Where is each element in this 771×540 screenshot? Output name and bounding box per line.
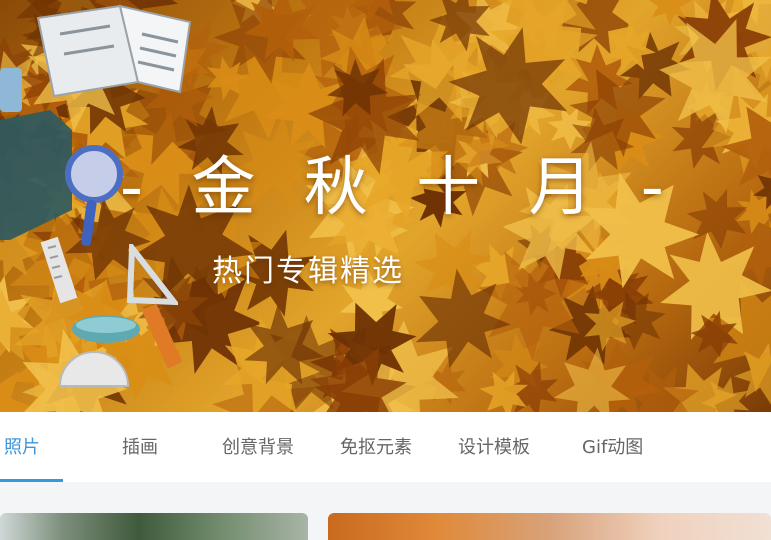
- tab-photos[interactable]: 照片: [4, 412, 40, 482]
- hero-banner[interactable]: - 金 秋 十 月 - 热门专辑精选: [0, 0, 771, 412]
- banner-title: - 金 秋 十 月 -: [120, 151, 678, 225]
- page: - 金 秋 十 月 - 热门专辑精选 照片 插画 创意背景 免抠元素 设计模板 …: [0, 0, 771, 540]
- triangle-ruler-icon: [126, 244, 178, 306]
- pencil-icon: [141, 303, 183, 369]
- ruler-icon: [40, 236, 78, 304]
- protractor-icon: [58, 351, 130, 387]
- content-card[interactable]: [0, 513, 308, 540]
- tag-icon: [0, 68, 22, 112]
- tab-illustrations[interactable]: 插画: [122, 412, 158, 482]
- category-tabs: 照片 插画 创意背景 免抠元素 设计模板 Gif动图: [0, 412, 771, 482]
- book-icon: [36, 4, 192, 98]
- tab-creative-backgrounds[interactable]: 创意背景: [222, 412, 294, 482]
- content-card[interactable]: [328, 513, 771, 540]
- tab-design-templates[interactable]: 设计模板: [458, 412, 530, 482]
- banner-subtitle: 热门专辑精选: [212, 254, 404, 289]
- active-tab-indicator: [0, 479, 63, 482]
- tab-cutout-elements[interactable]: 免抠元素: [340, 412, 412, 482]
- tab-gif[interactable]: Gif动图: [582, 412, 643, 482]
